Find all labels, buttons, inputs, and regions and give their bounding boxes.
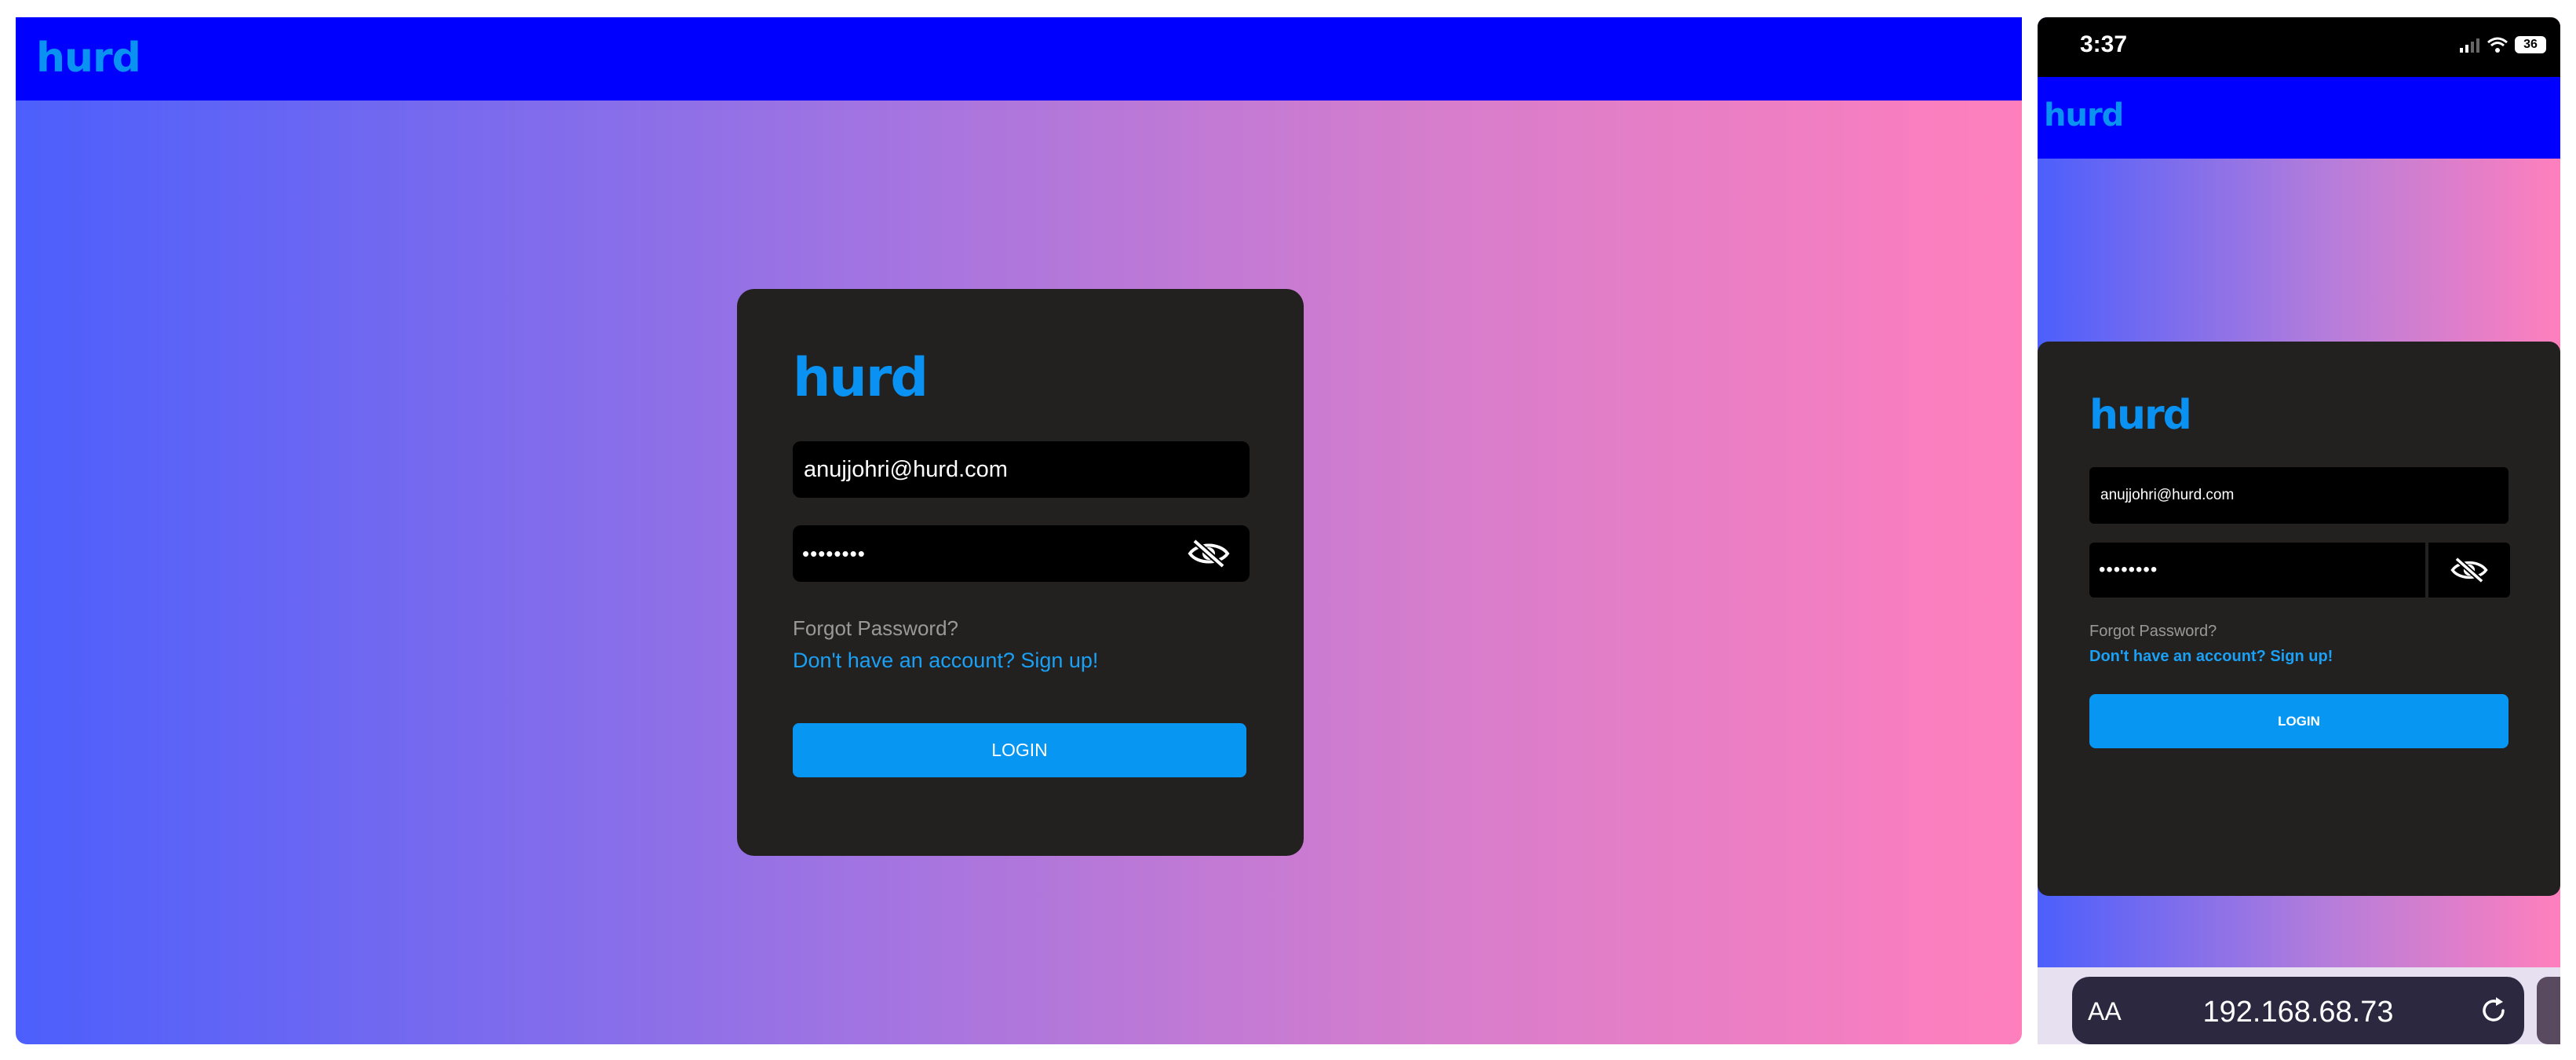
- email-value: anujjohri@hurd.com: [804, 456, 1008, 482]
- next-tab-peek[interactable]: [2537, 977, 2560, 1044]
- login-card: hurd anujjohri@hurd.com •••••••• Forgot …: [737, 289, 1304, 856]
- email-field[interactable]: anujjohri@hurd.com: [793, 441, 1250, 498]
- battery-icon: 36: [2515, 36, 2546, 53]
- eye-off-icon: [1188, 539, 1230, 568]
- url-text: 192.168.68.73: [2202, 996, 2394, 1029]
- status-icons: 36: [2460, 36, 2546, 53]
- forgot-password-link[interactable]: Forgot Password?: [2089, 623, 2217, 641]
- address-bar[interactable]: AA 192.168.68.73: [2072, 977, 2524, 1044]
- password-field[interactable]: ••••••••: [2089, 543, 2425, 598]
- password-value: ••••••••: [802, 541, 866, 565]
- signal-icon: [2460, 38, 2479, 53]
- email-field[interactable]: anujjohri@hurd.com: [2089, 467, 2508, 524]
- reload-icon[interactable]: [2477, 994, 2510, 1027]
- eye-off-icon: [2450, 557, 2488, 583]
- card-logo: hurd: [793, 347, 929, 409]
- wifi-icon: [2487, 37, 2508, 53]
- desktop-view: hurd hurd anujjohri@hurd.com •••••••• Fo…: [16, 17, 2022, 1044]
- signup-link[interactable]: Don't have an account? Sign up!: [2089, 648, 2333, 666]
- forgot-password-link[interactable]: Forgot Password?: [793, 616, 958, 641]
- mobile-view: 3:37 36 hurd hurd anujjohri@hurd.com •••…: [2038, 17, 2560, 1044]
- top-nav-bar: hurd: [2038, 77, 2560, 159]
- toggle-password-visibility-button[interactable]: [1187, 536, 1231, 571]
- password-field[interactable]: ••••••••: [793, 525, 1250, 582]
- status-time: 3:37: [2080, 31, 2128, 57]
- card-logo: hurd: [2089, 392, 2192, 439]
- signup-link[interactable]: Don't have an account? Sign up!: [793, 649, 1098, 673]
- header-logo[interactable]: hurd: [2044, 97, 2124, 133]
- browser-toolbar: AA 192.168.68.73: [2038, 967, 2560, 1044]
- login-card: hurd anujjohri@hurd.com •••••••• Forgot …: [2038, 342, 2560, 896]
- email-value: anujjohri@hurd.com: [2100, 487, 2235, 503]
- password-value: ••••••••: [2099, 559, 2158, 580]
- top-nav-bar: hurd: [16, 17, 2022, 101]
- header-logo[interactable]: hurd: [36, 35, 141, 82]
- login-button[interactable]: LOGIN: [2089, 694, 2508, 748]
- toggle-password-visibility-button[interactable]: [2428, 543, 2510, 598]
- login-button[interactable]: LOGIN: [793, 723, 1246, 777]
- status-bar: 3:37 36: [2038, 17, 2560, 77]
